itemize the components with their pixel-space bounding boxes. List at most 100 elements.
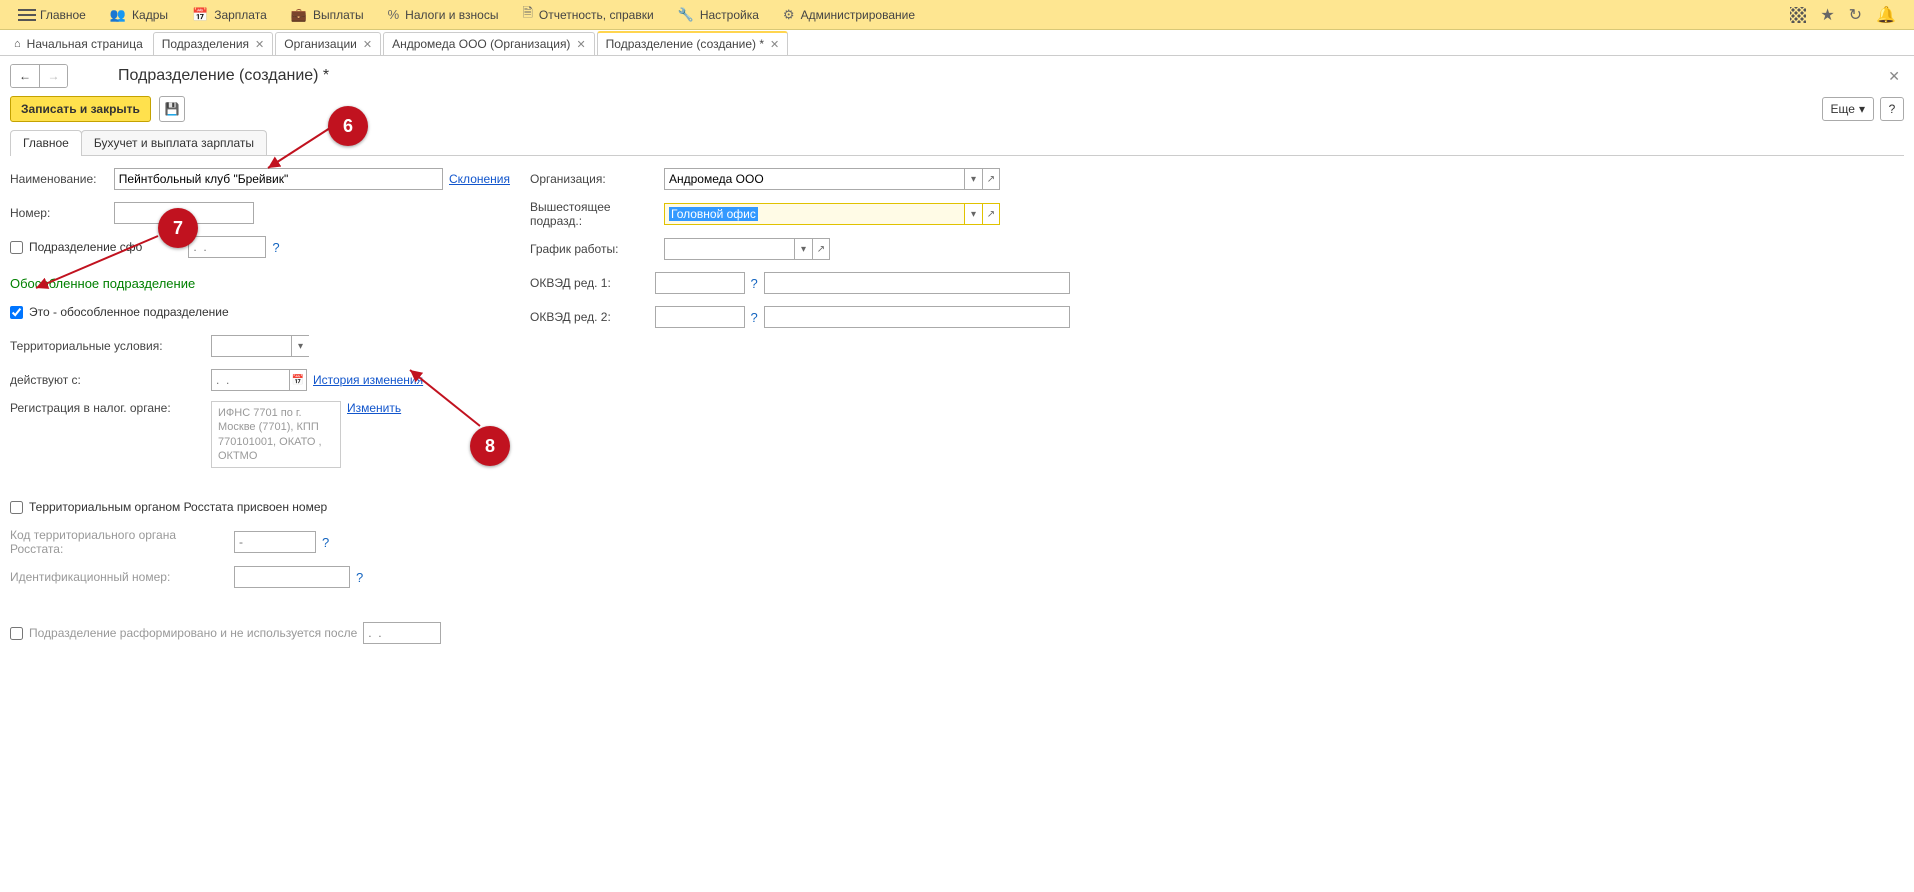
callout-8: 8 bbox=[470, 426, 510, 466]
tab-accounting[interactable]: Бухучет и выплата зарплаты bbox=[81, 130, 267, 155]
menu-admin[interactable]: ⚙ Администрирование bbox=[771, 0, 927, 30]
save-close-button[interactable]: Записать и закрыть bbox=[10, 96, 151, 122]
form-tabs: Главное Бухучет и выплата зарплаты bbox=[10, 130, 1904, 156]
number-label: Номер: bbox=[10, 206, 108, 220]
wrench-icon: 🔧 bbox=[678, 7, 694, 23]
ident-help[interactable]: ? bbox=[356, 570, 363, 585]
tab-organizations[interactable]: Организации ✕ bbox=[275, 32, 381, 55]
tab-new-department-label: Подразделение (создание) * bbox=[606, 37, 764, 51]
separate-section-title: Обособленное подразделение bbox=[10, 276, 510, 291]
page-nav: ← → bbox=[10, 64, 68, 88]
chevron-down-icon: ▾ bbox=[1859, 102, 1865, 116]
home-icon: ⌂ bbox=[14, 38, 21, 50]
hamburger-icon bbox=[18, 8, 36, 22]
separate-checkbox[interactable] bbox=[10, 306, 23, 319]
disband-checkbox[interactable] bbox=[10, 627, 23, 640]
tab-andromeda-label: Андромеда ООО (Организация) bbox=[392, 37, 570, 51]
page-close-button[interactable]: ✕ bbox=[1888, 68, 1904, 85]
history-icon[interactable]: ↻ bbox=[1849, 5, 1862, 25]
okved1-desc-input[interactable] bbox=[764, 272, 1070, 294]
ident-label: Идентификационный номер: bbox=[10, 570, 228, 584]
change-link[interactable]: Изменить bbox=[347, 401, 401, 415]
tab-andromeda-close[interactable]: ✕ bbox=[576, 38, 585, 51]
menu-settings[interactable]: 🔧 Настройка bbox=[666, 0, 771, 30]
reg-label: Регистрация в налог. органе: bbox=[10, 401, 205, 415]
tab-home[interactable]: ⌂ Начальная страница bbox=[6, 33, 151, 55]
help-button-label: ? bbox=[1889, 102, 1896, 116]
menu-reports-label: Отчетность, справки bbox=[539, 8, 654, 22]
schedule-dropdown-button[interactable]: ▾ bbox=[794, 238, 812, 260]
help-button[interactable]: ? bbox=[1880, 97, 1904, 121]
tab-organizations-label: Организации bbox=[284, 37, 357, 51]
tab-departments-close[interactable]: ✕ bbox=[255, 38, 264, 51]
rosstat-checkbox[interactable] bbox=[10, 501, 23, 514]
terr-label: Территориальные условия: bbox=[10, 339, 205, 353]
main-menu-bar: Главное 👥 Кадры 📅 Зарплата 💼 Выплаты % Н… bbox=[0, 0, 1914, 30]
formed-checkbox[interactable] bbox=[10, 241, 23, 254]
okved2-help[interactable]: ? bbox=[751, 310, 758, 325]
reg-readonly: ИФНС 7701 по г. Москве (7701), КПП 77010… bbox=[211, 401, 341, 468]
rosstat-help[interactable]: ? bbox=[322, 535, 329, 550]
menu-payments-label: Выплаты bbox=[313, 8, 364, 22]
formed-help[interactable]: ? bbox=[272, 240, 279, 255]
menu-admin-label: Администрирование bbox=[801, 8, 915, 22]
menu-kadry[interactable]: 👥 Кадры bbox=[98, 0, 180, 30]
tab-organizations-close[interactable]: ✕ bbox=[363, 38, 372, 51]
terr-combo[interactable]: ▾ bbox=[211, 335, 309, 357]
tab-departments[interactable]: Подразделения ✕ bbox=[153, 32, 274, 55]
org-open-button[interactable]: ↗ bbox=[982, 168, 1000, 190]
parent-combo[interactable]: Головной офис ▾ ↗ bbox=[664, 203, 1000, 225]
org-dropdown-button[interactable]: ▾ bbox=[964, 168, 982, 190]
valid-from-combo[interactable]: 📅 bbox=[211, 369, 307, 391]
menu-taxes[interactable]: % Налоги и взносы bbox=[376, 0, 511, 30]
org-combo[interactable]: ▾ ↗ bbox=[664, 168, 1000, 190]
tab-andromeda[interactable]: Андромеда ООО (Организация) ✕ bbox=[383, 32, 595, 55]
schedule-combo[interactable]: ▾ ↗ bbox=[664, 238, 830, 260]
history-link[interactable]: История изменения bbox=[313, 373, 423, 387]
nav-forward-button[interactable]: → bbox=[39, 65, 67, 87]
rosstat-code-input[interactable] bbox=[234, 531, 316, 553]
bell-icon[interactable]: 🔔 bbox=[1876, 5, 1896, 25]
tab-new-department[interactable]: Подразделение (создание) * ✕ bbox=[597, 31, 789, 55]
callout-7: 7 bbox=[158, 208, 198, 248]
name-input[interactable] bbox=[114, 168, 443, 190]
menu-payments[interactable]: 💼 Выплаты bbox=[279, 0, 376, 30]
okved2-code-input[interactable] bbox=[655, 306, 745, 328]
okved2-desc-input[interactable] bbox=[764, 306, 1070, 328]
menu-salary[interactable]: 📅 Зарплата bbox=[180, 0, 279, 30]
apps-icon[interactable] bbox=[1790, 7, 1806, 23]
diskette-icon: 💾 bbox=[164, 102, 179, 116]
menu-main[interactable]: Главное bbox=[6, 0, 98, 30]
parent-input-value[interactable]: Головной офис bbox=[669, 207, 758, 221]
save-button[interactable]: 💾 bbox=[159, 96, 185, 122]
declensions-link[interactable]: Склонения bbox=[449, 172, 510, 186]
callout-6: 6 bbox=[328, 106, 368, 146]
menu-settings-label: Настройка bbox=[700, 8, 759, 22]
ident-input[interactable] bbox=[234, 566, 350, 588]
menu-reports[interactable]: 🗎 Отчетность, справки bbox=[510, 0, 665, 30]
valid-from-label: действуют с: bbox=[10, 373, 205, 387]
terr-dropdown-button[interactable]: ▾ bbox=[291, 335, 309, 357]
star-icon[interactable]: ★ bbox=[1820, 5, 1834, 25]
tab-departments-label: Подразделения bbox=[162, 37, 249, 51]
valid-from-calendar-button[interactable]: 📅 bbox=[289, 369, 307, 391]
terr-input[interactable] bbox=[211, 335, 291, 357]
org-input[interactable] bbox=[664, 168, 964, 190]
tab-new-department-close[interactable]: ✕ bbox=[770, 38, 779, 51]
okved1-help[interactable]: ? bbox=[751, 276, 758, 291]
disband-date-input[interactable] bbox=[363, 622, 441, 644]
nav-back-button[interactable]: ← bbox=[11, 65, 39, 87]
formed-date-input[interactable] bbox=[188, 236, 266, 258]
parent-dropdown-button[interactable]: ▾ bbox=[964, 203, 982, 225]
parent-open-button[interactable]: ↗ bbox=[982, 203, 1000, 225]
schedule-input[interactable] bbox=[664, 238, 794, 260]
people-icon: 👥 bbox=[110, 7, 126, 23]
schedule-open-button[interactable]: ↗ bbox=[812, 238, 830, 260]
tab-main[interactable]: Главное bbox=[10, 130, 82, 155]
percent-icon: % bbox=[388, 7, 400, 22]
name-label: Наименование: bbox=[10, 172, 108, 186]
more-button[interactable]: Еще ▾ bbox=[1822, 97, 1874, 121]
open-windows-tabs: ⌂ Начальная страница Подразделения ✕ Орг… bbox=[0, 30, 1914, 56]
valid-from-input[interactable] bbox=[211, 369, 289, 391]
okved1-code-input[interactable] bbox=[655, 272, 745, 294]
